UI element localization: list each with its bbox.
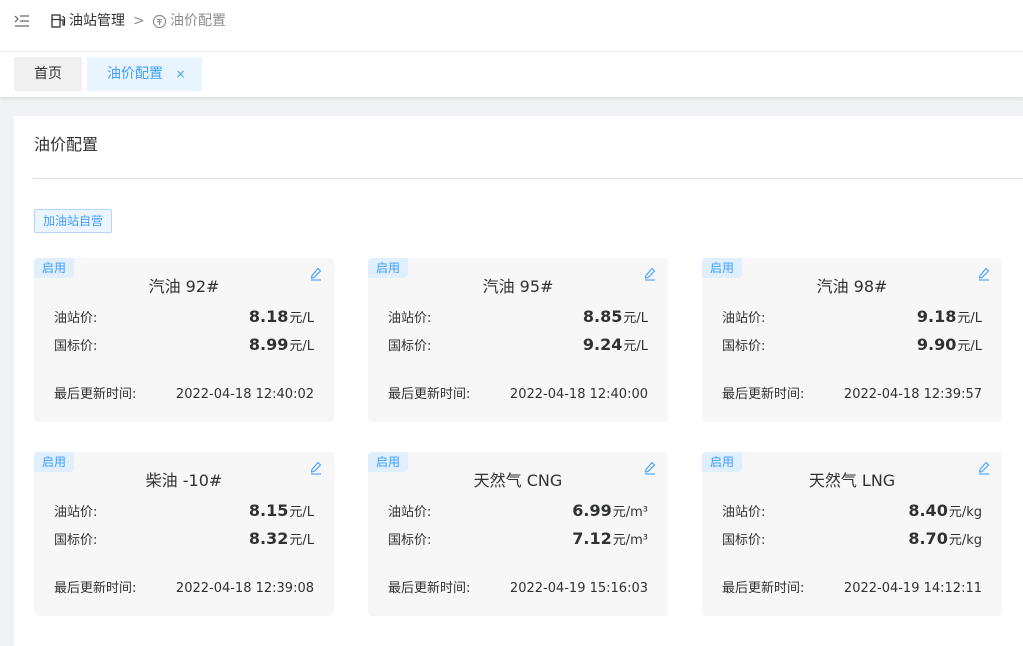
status-badge: 启用 bbox=[368, 452, 408, 472]
gas-station-icon bbox=[51, 14, 66, 28]
station-price-value: 8.85元/L bbox=[582, 307, 648, 327]
fuel-name: 天然气 CNG bbox=[473, 471, 563, 490]
national-price-label: 国标价: bbox=[722, 533, 766, 548]
price-card: 启用 汽油 95# 油站价: 8.85元/L 国标价: 9.24元/L 最后更新… bbox=[368, 258, 668, 422]
tab-oil-price-config[interactable]: 油价配置 × bbox=[87, 57, 202, 91]
station-price-value: 6.99元/m³ bbox=[572, 501, 648, 521]
national-price-value: 7.12元/m³ bbox=[572, 529, 648, 549]
tab-home[interactable]: 首页 bbox=[14, 57, 82, 91]
station-price-label: 油站价: bbox=[722, 311, 766, 326]
top-navbar: 油站管理 > 油价配置 bbox=[0, 0, 1023, 52]
station-price-label: 油站价: bbox=[722, 505, 766, 520]
tab-label: 首页 bbox=[34, 66, 62, 82]
last-update-label: 最后更新时间: bbox=[722, 581, 805, 596]
breadcrumb-label: 油价配置 bbox=[170, 13, 226, 29]
last-update-label: 最后更新时间: bbox=[388, 387, 471, 402]
last-update-label: 最后更新时间: bbox=[54, 581, 137, 596]
station-price-value: 8.18元/L bbox=[248, 307, 314, 327]
status-badge: 启用 bbox=[34, 452, 74, 472]
close-icon[interactable]: × bbox=[175, 57, 185, 91]
status-badge: 启用 bbox=[702, 258, 742, 278]
menu-fold-icon[interactable] bbox=[14, 13, 30, 29]
national-price-value: 8.99元/L bbox=[248, 335, 314, 355]
fuel-name: 汽油 98# bbox=[816, 277, 888, 296]
price-card: 启用 天然气 CNG 油站价: 6.99元/m³ 国标价: 7.12元/m³ 最… bbox=[368, 452, 668, 616]
status-badge: 启用 bbox=[34, 258, 74, 278]
fuel-name: 天然气 LNG bbox=[808, 471, 896, 490]
status-badge: 启用 bbox=[368, 258, 408, 278]
last-update-label: 最后更新时间: bbox=[54, 387, 137, 402]
breadcrumb-separator: > bbox=[133, 13, 145, 29]
station-price-value: 9.18元/L bbox=[916, 307, 982, 327]
last-update-time: 2022-04-18 12:39:08 bbox=[175, 581, 314, 596]
station-price-value: 8.40元/kg bbox=[908, 501, 982, 521]
national-price-value: 9.24元/L bbox=[582, 335, 648, 355]
breadcrumb-label: 油站管理 bbox=[69, 13, 125, 29]
price-card: 启用 柴油 -10# 油站价: 8.15元/L 国标价: 8.32元/L 最后更… bbox=[34, 452, 334, 616]
last-update-time: 2022-04-19 14:12:11 bbox=[843, 581, 982, 596]
page-title: 油价配置 bbox=[34, 135, 99, 154]
price-card: 启用 汽油 98# 油站价: 9.18元/L 国标价: 9.90元/L 最后更新… bbox=[702, 258, 1002, 422]
station-price-label: 油站价: bbox=[388, 505, 432, 520]
price-circle-icon bbox=[152, 14, 167, 28]
national-price-label: 国标价: bbox=[388, 533, 432, 548]
national-price-value: 9.90元/L bbox=[916, 335, 982, 355]
tab-label: 油价配置 bbox=[107, 66, 163, 82]
last-update-time: 2022-04-18 12:40:02 bbox=[175, 387, 314, 402]
breadcrumb-item-station-management[interactable]: 油站管理 bbox=[51, 12, 125, 30]
status-badge: 启用 bbox=[702, 452, 742, 472]
fuel-name: 汽油 92# bbox=[148, 277, 220, 296]
national-price-value: 8.32元/L bbox=[248, 529, 314, 549]
national-price-label: 国标价: bbox=[54, 339, 98, 354]
station-price-label: 油站价: bbox=[388, 311, 432, 326]
oil-price-panel: 油价配置 加油站自营 启用 汽油 92# 油站价: 8.18元/L 国标价: 8… bbox=[14, 116, 1023, 646]
divider bbox=[33, 178, 1023, 179]
station-price-label: 油站价: bbox=[54, 311, 98, 326]
self-operated-button[interactable]: 加油站自营 bbox=[34, 209, 112, 233]
fuel-name: 汽油 95# bbox=[482, 277, 554, 296]
station-price-value: 8.15元/L bbox=[248, 501, 314, 521]
national-price-label: 国标价: bbox=[722, 339, 766, 354]
price-card: 启用 汽油 92# 油站价: 8.18元/L 国标价: 8.99元/L 最后更新… bbox=[34, 258, 334, 422]
national-price-label: 国标价: bbox=[388, 339, 432, 354]
last-update-time: 2022-04-18 12:39:57 bbox=[843, 387, 982, 402]
breadcrumb-item-oil-price-config: 油价配置 bbox=[152, 12, 226, 30]
last-update-label: 最后更新时间: bbox=[388, 581, 471, 596]
station-price-label: 油站价: bbox=[54, 505, 98, 520]
last-update-time: 2022-04-18 12:40:00 bbox=[509, 387, 648, 402]
tags-view-bar: 首页 油价配置 × bbox=[0, 52, 1023, 97]
fuel-name: 柴油 -10# bbox=[145, 471, 223, 490]
price-card: 启用 天然气 LNG 油站价: 8.40元/kg 国标价: 8.70元/kg 最… bbox=[702, 452, 1002, 616]
national-price-value: 8.70元/kg bbox=[908, 529, 982, 549]
last-update-time: 2022-04-19 15:16:03 bbox=[509, 581, 648, 596]
last-update-label: 最后更新时间: bbox=[722, 387, 805, 402]
national-price-label: 国标价: bbox=[54, 533, 98, 548]
